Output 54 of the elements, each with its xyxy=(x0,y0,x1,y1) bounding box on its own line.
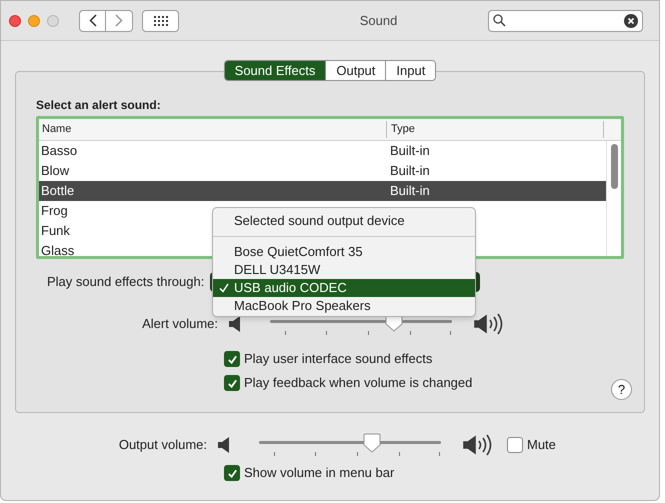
output-volume-label: Output volume: xyxy=(118,436,207,454)
menu-item-label: USB audio CODEC xyxy=(234,279,347,298)
sound-name: Bottle xyxy=(41,183,74,198)
volume-slider[interactable] xyxy=(259,435,441,455)
clear-icon[interactable] xyxy=(624,14,638,28)
speaker-icon xyxy=(228,315,242,333)
show-all-button[interactable] xyxy=(142,10,179,32)
back-button[interactable] xyxy=(79,10,106,32)
check-icon xyxy=(226,354,238,364)
checkmark-icon xyxy=(218,283,228,293)
grid-icon xyxy=(154,16,168,26)
sound-type: Built-in xyxy=(389,162,431,180)
scrollbar[interactable] xyxy=(606,141,621,256)
menu-item[interactable]: MacBook Pro Speakers xyxy=(213,297,475,315)
menu-item[interactable]: Bose QuietComfort 35 xyxy=(213,243,475,261)
column-header[interactable]: Type xyxy=(387,121,604,138)
column-header[interactable]: Name xyxy=(39,121,387,138)
table-row[interactable]: Blow Built-in xyxy=(39,161,606,181)
slider-thumb[interactable] xyxy=(362,433,381,453)
check-icon xyxy=(226,378,238,388)
minimize-button[interactable] xyxy=(28,14,40,26)
mute-label: Mute xyxy=(527,436,556,454)
section-label: Select an alert sound: xyxy=(36,97,162,113)
sound-type: Built-in xyxy=(389,142,431,160)
menu-item[interactable]: USB audio CODEC xyxy=(213,279,475,297)
checkbox[interactable] xyxy=(224,465,240,481)
checkbox-label: Play feedback when volume is changed xyxy=(244,374,472,392)
play-through-label: Play sound effects through: xyxy=(47,273,204,292)
search-icon xyxy=(493,14,506,27)
search-field[interactable] xyxy=(488,10,643,32)
menu-header: Selected sound output device xyxy=(233,212,406,230)
close-button[interactable] xyxy=(9,14,21,26)
speaker-icon xyxy=(217,436,231,454)
tab[interactable]: Sound Effects xyxy=(224,61,326,80)
menu-item-label: DELL U3415W xyxy=(234,261,320,280)
sound-type: Built-in xyxy=(389,182,431,200)
sound-name: Blow xyxy=(41,163,70,178)
menu-item-label: Bose QuietComfort 35 xyxy=(234,243,363,262)
chevron-right-icon xyxy=(115,14,123,27)
window-title: Sound xyxy=(360,12,398,30)
menu-item[interactable]: DELL U3415W xyxy=(213,261,475,279)
checkbox-label: Show volume in menu bar xyxy=(244,464,394,482)
sound-name: Basso xyxy=(41,143,78,158)
chevron-left-icon xyxy=(88,14,96,27)
checkbox[interactable] xyxy=(507,437,523,453)
table-row[interactable]: Bottle Built-in xyxy=(39,181,606,201)
alert-volume-label: Alert volume: xyxy=(141,315,218,334)
tab[interactable]: Input xyxy=(385,61,436,80)
checkbox-label: Play user interface sound effects xyxy=(244,350,432,368)
check-icon xyxy=(226,468,238,478)
menu-item-label: MacBook Pro Speakers xyxy=(234,297,371,316)
checkbox[interactable] xyxy=(224,375,240,391)
table-row[interactable]: Basso Built-in xyxy=(39,141,606,161)
checkbox[interactable] xyxy=(224,351,240,367)
